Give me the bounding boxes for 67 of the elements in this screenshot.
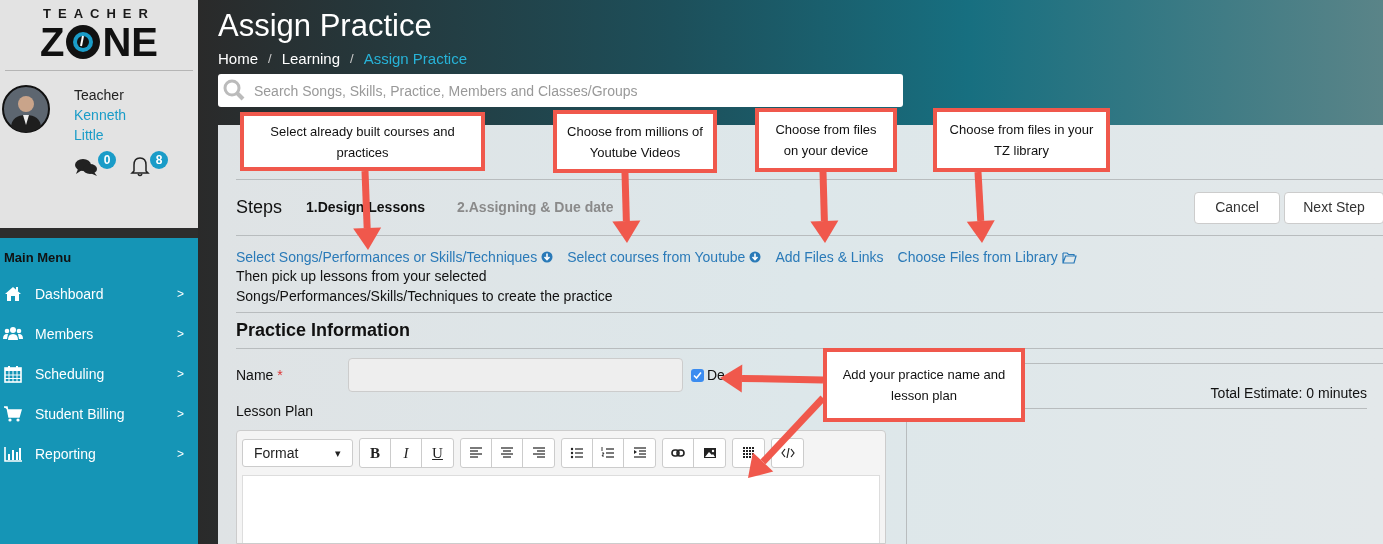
download-icon <box>541 251 554 263</box>
calendar-icon <box>3 364 23 384</box>
hint-text: Then pick up lessons from your selected <box>236 267 488 286</box>
step-tab[interactable]: 2.Assigning & Due date <box>457 197 614 218</box>
steps-title: Steps <box>236 196 283 219</box>
menu-title: Main Menu <box>3 249 73 267</box>
chevron-icon: > <box>177 285 184 303</box>
menu-item[interactable]: Members <box>35 323 177 345</box>
count-badge: 8 <box>150 151 168 169</box>
breadcrumb-separator: / <box>268 50 272 68</box>
folder-icon <box>1061 250 1077 264</box>
disc-icon <box>65 24 102 60</box>
breadcrumb-link[interactable]: Assign Practice <box>363 49 468 69</box>
arrow <box>810 171 839 243</box>
chevron-icon: > <box>177 405 184 423</box>
field-label: Lesson Plan <box>236 402 315 420</box>
callout: Choose from millions of Youtube Videos <box>553 110 717 173</box>
home-icon <box>3 284 23 304</box>
total-estimate: Total Estimate: 0 minutes <box>1210 384 1367 403</box>
arrow <box>612 172 641 243</box>
arrow <box>966 171 995 243</box>
checkbox[interactable] <box>691 368 704 382</box>
search-field[interactable]: Search Songs, Skills, Practice, Members and Classes/Groups <box>218 74 903 107</box>
callout: Select already built courses and practices <box>240 112 485 171</box>
breadcrumb-separator: / <box>350 50 354 68</box>
logo-text: Z <box>40 22 65 62</box>
page-title: Assign Practice <box>218 8 432 44</box>
search-icon <box>223 79 245 101</box>
user-name[interactable]: Kenneth <box>74 105 168 125</box>
format-select[interactable]: Format ▾ <box>242 439 353 467</box>
name-input[interactable] <box>348 358 683 392</box>
chevron-icon: > <box>177 325 184 343</box>
logo-text: TEACHER <box>43 6 155 22</box>
step-button[interactable]: Cancel <box>1194 191 1280 224</box>
user-name[interactable]: Little <box>74 125 168 145</box>
count-badge: 0 <box>98 151 116 169</box>
menu-item[interactable]: Dashboard <box>35 283 177 305</box>
breadcrumb-link[interactable]: Home <box>218 49 258 69</box>
chevron-icon: > <box>177 365 184 383</box>
source-link[interactable]: Add Files & Links <box>775 248 884 266</box>
menu-item[interactable]: Student Billing <box>35 403 177 425</box>
check-icon <box>693 370 702 380</box>
callout: Add your practice name and lesson plan <box>823 348 1025 422</box>
logo-text: NE <box>102 22 158 62</box>
source-link[interactable]: Choose Files from Library <box>897 248 1077 266</box>
source-link[interactable]: Select Songs/Performances or Skills/Techniques <box>236 248 554 266</box>
callout: Choose from files in your TZ library <box>933 108 1110 172</box>
chevron-icon: > <box>177 445 184 463</box>
format-button[interactable]: B <box>360 439 391 467</box>
user-role: Teacher <box>74 86 125 105</box>
field-label: Name * <box>236 365 284 385</box>
format-button[interactable]: U <box>422 439 453 467</box>
step-button[interactable]: Next Step <box>1284 191 1383 224</box>
checkbox-label: De <box>707 365 725 385</box>
section-title: Practice Information <box>236 319 411 342</box>
cart-icon <box>3 404 23 424</box>
bell-icon[interactable] <box>130 155 150 177</box>
bar-chart-icon <box>3 444 23 464</box>
format-button[interactable]: I <box>391 439 422 467</box>
menu-item[interactable]: Scheduling <box>35 363 177 385</box>
source-link[interactable]: Select courses from Youtube <box>567 248 762 266</box>
download-icon <box>749 251 762 263</box>
hint-text: Songs/Performances/Skills/Techniques to create the practice <box>236 287 614 306</box>
chat-icon[interactable] <box>74 157 98 177</box>
menu-item[interactable]: Reporting <box>35 443 177 465</box>
callout: Choose from files on your device <box>755 108 897 172</box>
breadcrumb-link[interactable]: Learning <box>281 49 341 69</box>
